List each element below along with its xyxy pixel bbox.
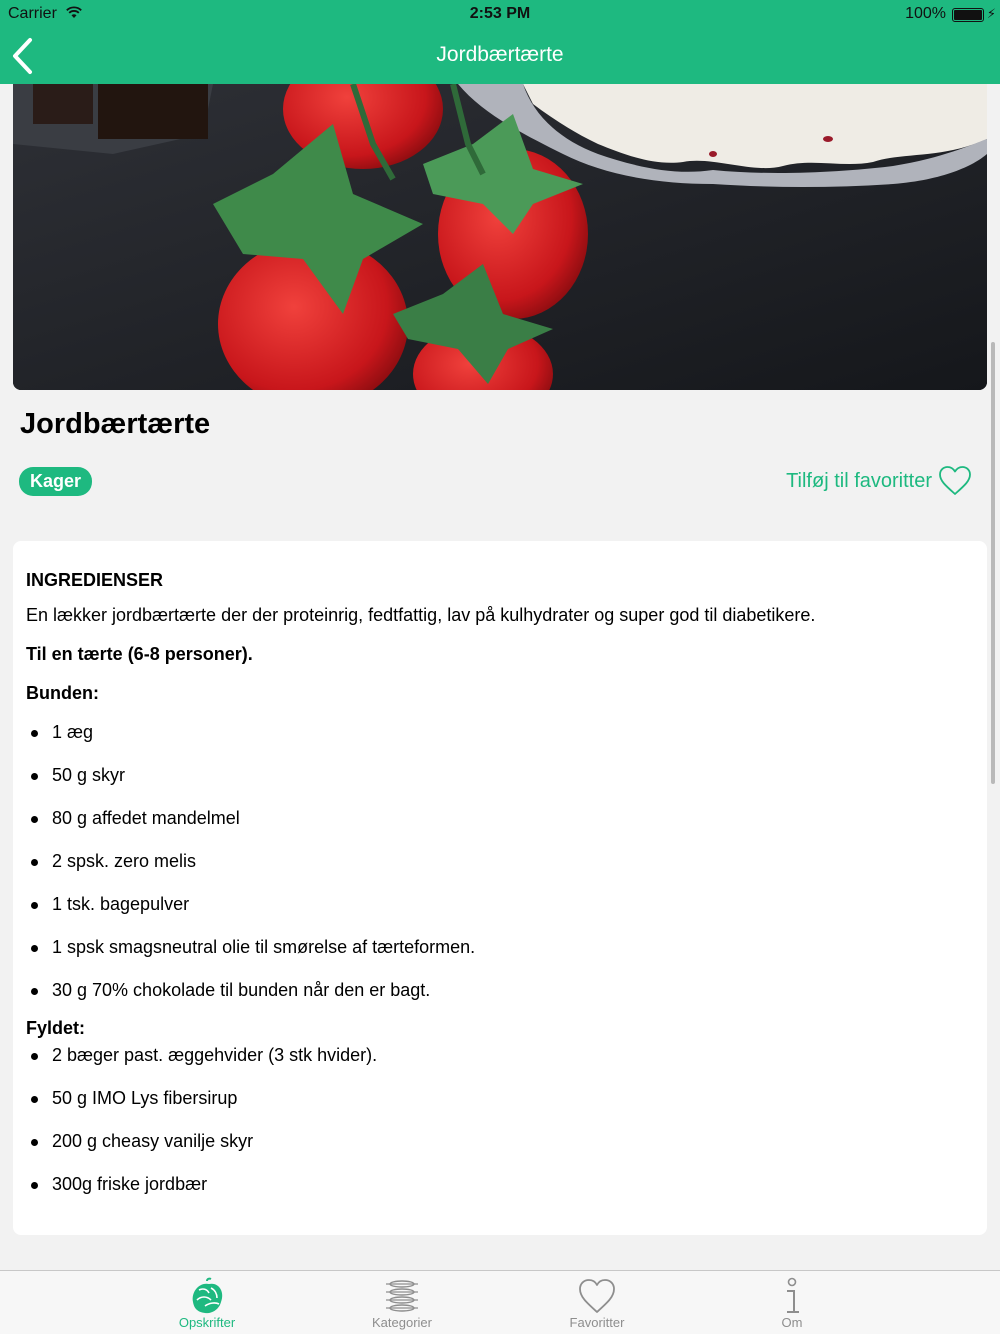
add-to-favorites-button[interactable]: Tilføj til favoritter (786, 464, 972, 498)
heart-outline-icon (939, 466, 971, 495)
recipe-intro: En lækker jordbærtærte der der proteinri… (26, 605, 816, 625)
battery-percentage: 100% (905, 5, 946, 22)
category-tag[interactable]: Kager (19, 467, 93, 496)
battery-icon (952, 8, 984, 22)
tab-favorites[interactable]: Favoritter (537, 1271, 657, 1334)
tab-categories[interactable]: Kategorier (342, 1271, 462, 1334)
tab-label: Om (781, 1315, 803, 1330)
tab-recipes[interactable]: Opskrifter (147, 1271, 267, 1334)
navigation-bar: Jordbærtærte (0, 28, 1000, 84)
clock: 2:53 PM (469, 5, 531, 22)
base-section-title: Bunden: (26, 683, 99, 703)
ingredients-heading: INGREDIENSER (26, 570, 164, 590)
charging-icon: ⚡ (986, 6, 996, 21)
serving-info: Til en tærte (6-8 personer). (26, 644, 253, 664)
nav-title: Jordbærtærte (436, 43, 564, 66)
scroll-indicator[interactable] (991, 342, 995, 784)
status-bar: Carrier 2:53 PM 100% ⚡ (0, 0, 1000, 28)
categories-icon (386, 1280, 418, 1312)
info-icon (787, 1277, 799, 1313)
heart-icon (579, 1279, 615, 1313)
ingredients-card: INGREDIENSER En lækker jordbærtærte der … (13, 541, 987, 1235)
tab-bar: Opskrifter Kategorier Favoritter Om (0, 1270, 1000, 1334)
recipes-icon (192, 1277, 223, 1314)
tab-label: Kategorier (372, 1315, 432, 1330)
filling-section-title: Fyldet: (26, 1018, 86, 1038)
add-to-favorites-label: Tilføj til favoritter (786, 469, 932, 492)
tab-label: Opskrifter (178, 1315, 236, 1330)
recipe-title: Jordbærtærte (20, 408, 211, 440)
recipe-photo (13, 84, 987, 390)
tab-about[interactable]: Om (732, 1271, 852, 1334)
tab-label: Favoritter (569, 1315, 625, 1330)
